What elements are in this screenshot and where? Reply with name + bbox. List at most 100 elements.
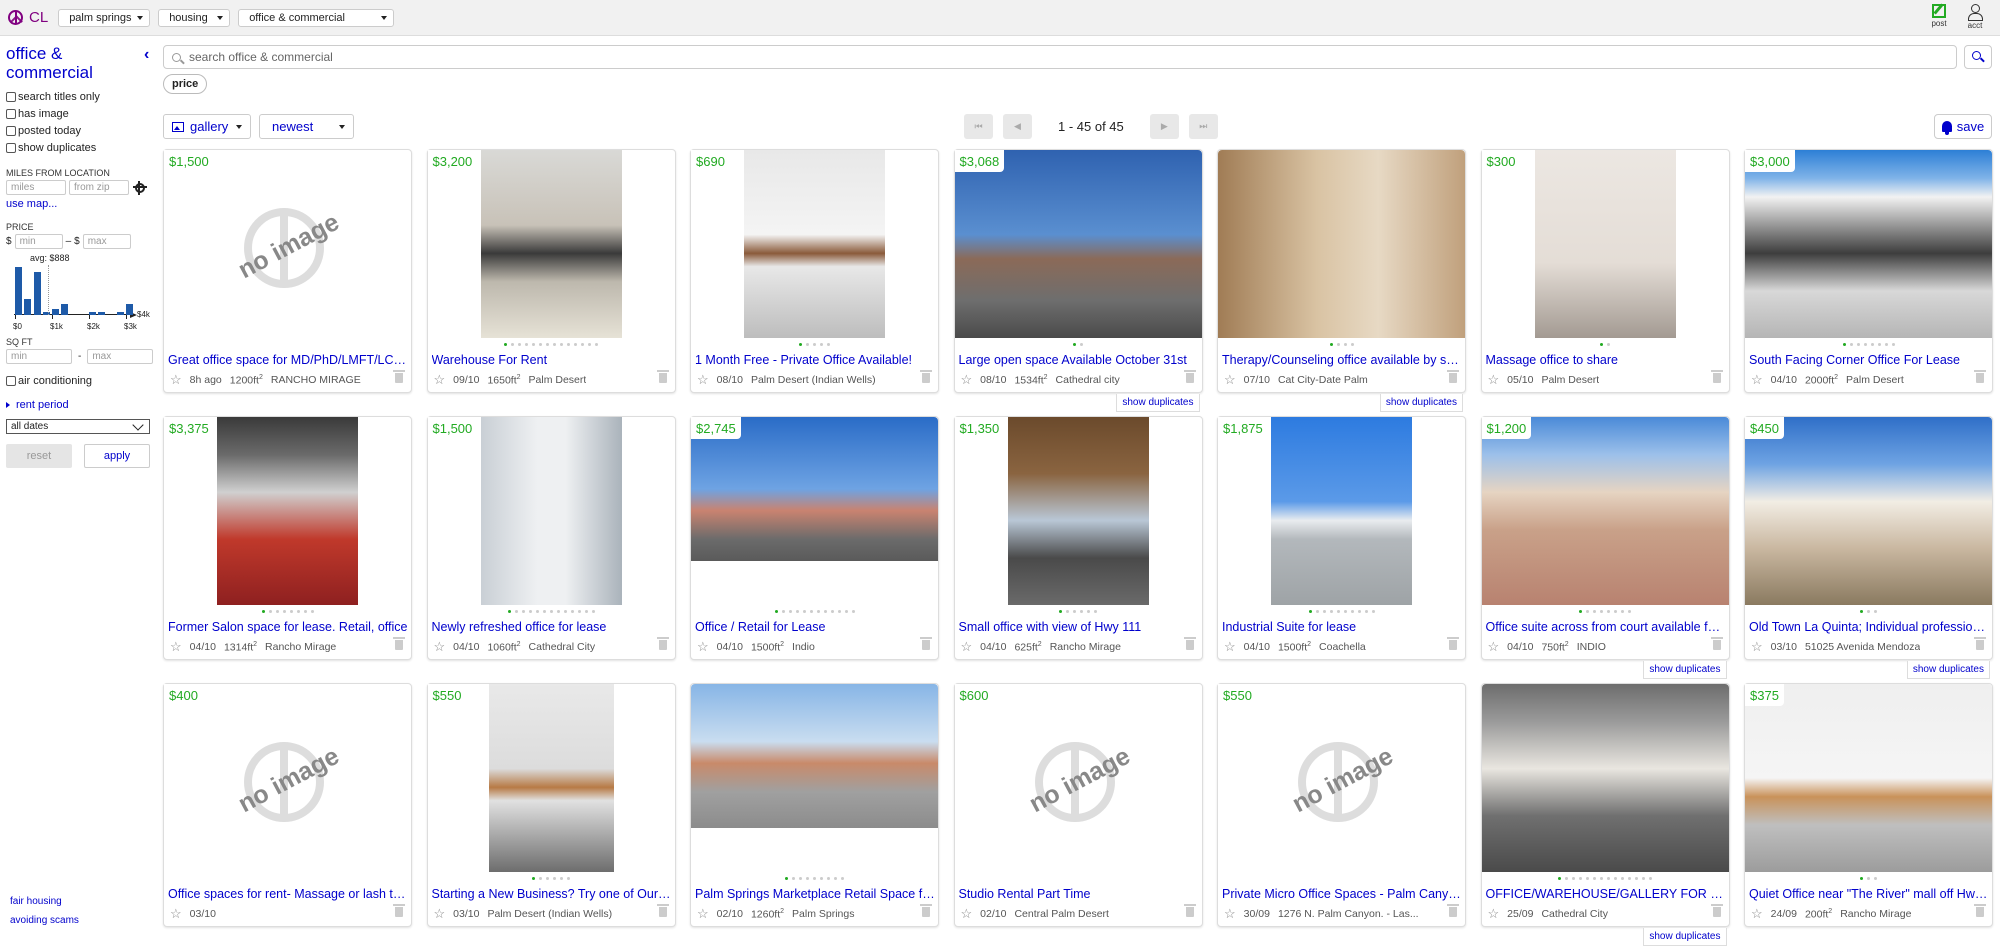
listing-image-area[interactable]	[1481, 417, 1729, 605]
listing-title-link[interactable]: Great office space for MD/PhD/LMFT/LCSW	[168, 353, 408, 367]
listing-title-link[interactable]: Palm Springs Marketplace Retail Space fo…	[695, 887, 935, 901]
favorite-star-icon[interactable]: ☆	[1488, 372, 1500, 388]
listing-title-link[interactable]: South Facing Corner Office For Lease	[1749, 353, 1989, 367]
carousel-dot[interactable]	[525, 343, 528, 346]
carousel-dot[interactable]	[595, 343, 598, 346]
listing-card[interactable]: $1,875 Industrial Suite for lease ☆ 04/10 15…	[1217, 416, 1466, 660]
carousel-dot[interactable]	[795, 610, 799, 613]
carousel-dot[interactable]	[584, 610, 588, 613]
listing-photo[interactable]	[744, 150, 885, 338]
next-page-button[interactable]: ▶	[1149, 114, 1179, 139]
listing-photo[interactable]	[1481, 684, 1729, 872]
carousel-dot[interactable]	[535, 610, 539, 613]
checkbox-posted-today[interactable]: posted today	[6, 122, 154, 139]
listing-title-link[interactable]: Industrial Suite for lease	[1222, 620, 1462, 634]
carousel-dot[interactable]	[813, 877, 816, 880]
listing-image-area[interactable]	[428, 417, 675, 605]
view-mode-select[interactable]: gallery	[163, 114, 251, 139]
craigslist-logo[interactable]: CL	[8, 9, 48, 26]
carousel-dot[interactable]	[1593, 877, 1596, 880]
carousel-dot[interactable]	[1600, 877, 1603, 880]
hide-trash-icon[interactable]	[393, 904, 405, 917]
listing-title-link[interactable]: Studio Rental Part Time	[959, 887, 1199, 901]
listing-image-area[interactable]	[1745, 150, 1992, 338]
carousel-dot[interactable]	[261, 610, 265, 613]
carousel-dot[interactable]	[1867, 610, 1870, 613]
listing-card[interactable]: $3,068 Large open space Available October…	[953, 149, 1203, 412]
avoiding-scams-link[interactable]: avoiding scams	[10, 915, 79, 926]
carousel-dot[interactable]	[1572, 877, 1575, 880]
favorite-star-icon[interactable]: ☆	[961, 639, 973, 655]
favorite-star-icon[interactable]: ☆	[434, 372, 446, 388]
listing-title-link[interactable]: Old Town La Quinta; Individual professio…	[1749, 620, 1989, 634]
listing-card[interactable]: Palm Springs Marketplace Retail Space fo…	[690, 683, 939, 927]
carousel-dot[interactable]	[511, 343, 514, 346]
listing-card[interactable]: Therapy/Counseling office available by s…	[1217, 149, 1466, 412]
hide-trash-icon[interactable]	[1710, 370, 1723, 383]
carousel-dot[interactable]	[1621, 877, 1624, 880]
carousel-dot[interactable]	[1565, 877, 1568, 880]
carousel-dot[interactable]	[546, 343, 549, 346]
carousel-dot[interactable]	[1600, 610, 1603, 613]
favorite-star-icon[interactable]: ☆	[434, 639, 446, 655]
carousel-dot[interactable]	[1315, 610, 1319, 613]
listing-card[interactable]: $375 Quiet Office near "The River" mall o…	[1744, 683, 1993, 927]
carousel-dot[interactable]	[1329, 610, 1333, 613]
favorite-star-icon[interactable]: ☆	[697, 639, 709, 655]
search-button[interactable]	[1964, 45, 1992, 69]
carousel-dot[interactable]	[806, 343, 809, 346]
locate-me-icon[interactable]	[133, 180, 147, 195]
carousel-dot[interactable]	[1607, 610, 1610, 613]
carousel-dot[interactable]	[1579, 877, 1582, 880]
checkbox-has-image[interactable]: has image	[6, 105, 154, 122]
listing-photo[interactable]	[1534, 150, 1676, 338]
carousel-dot[interactable]	[553, 343, 556, 346]
listing-photo[interactable]	[691, 684, 938, 828]
post-button[interactable]: post	[1928, 4, 1950, 30]
listing-image-area[interactable]: no image	[164, 150, 411, 338]
carousel-dot[interactable]	[1350, 610, 1354, 613]
carousel-dot[interactable]	[518, 343, 521, 346]
listing-image-area[interactable]: no image	[955, 684, 1202, 872]
checkbox[interactable]	[6, 108, 16, 119]
carousel-dot[interactable]	[1579, 610, 1582, 613]
carousel-dot[interactable]	[504, 343, 507, 346]
carousel-dot[interactable]	[1842, 343, 1846, 346]
carousel-dot[interactable]	[1343, 610, 1347, 613]
listing-photo[interactable]	[1745, 417, 1992, 605]
hide-trash-icon[interactable]	[1710, 904, 1723, 917]
carousel-dot[interactable]	[539, 343, 542, 346]
carousel-dot[interactable]	[553, 877, 556, 880]
carousel-dot[interactable]	[1877, 343, 1881, 346]
listing-title-link[interactable]: Private Micro Office Spaces - Palm Canyo…	[1222, 887, 1462, 901]
listing-photo[interactable]	[1271, 417, 1412, 605]
carousel-dot[interactable]	[546, 877, 549, 880]
carousel-dot[interactable]	[837, 610, 841, 613]
listing-image-area[interactable]	[691, 417, 938, 605]
listing-image-area[interactable]	[1481, 684, 1729, 872]
carousel-dot[interactable]	[289, 610, 293, 613]
carousel-dot[interactable]	[310, 610, 314, 613]
carousel-dot[interactable]	[1621, 610, 1624, 613]
hide-trash-icon[interactable]	[393, 370, 405, 383]
hide-trash-icon[interactable]	[1974, 637, 1986, 650]
listing-photo[interactable]	[1745, 684, 1992, 872]
listing-image-area[interactable]	[954, 150, 1202, 338]
listing-title-link[interactable]: Office spaces for rent- Massage or lash …	[168, 887, 408, 901]
hide-trash-icon[interactable]	[1710, 637, 1723, 650]
listing-photo[interactable]	[480, 417, 622, 605]
carousel-dot[interactable]	[792, 877, 795, 880]
listing-card[interactable]: no image $600 Studio Rental Part Time ☆ 02/1…	[953, 683, 1203, 927]
area-select[interactable]: palm springs	[58, 8, 151, 27]
listing-photo[interactable]	[1007, 417, 1149, 605]
listing-image-area[interactable]	[955, 417, 1202, 605]
favorite-star-icon[interactable]: ☆	[434, 906, 446, 922]
listing-title-link[interactable]: Office suite across from court available…	[1486, 620, 1726, 634]
carousel-dot[interactable]	[1891, 343, 1895, 346]
hide-trash-icon[interactable]	[393, 637, 405, 650]
favorite-star-icon[interactable]: ☆	[170, 372, 182, 388]
favorite-star-icon[interactable]: ☆	[1751, 906, 1763, 922]
carousel-dot[interactable]	[799, 877, 802, 880]
favorite-star-icon[interactable]: ☆	[1224, 639, 1236, 655]
price-min-input[interactable]: min	[14, 234, 63, 249]
